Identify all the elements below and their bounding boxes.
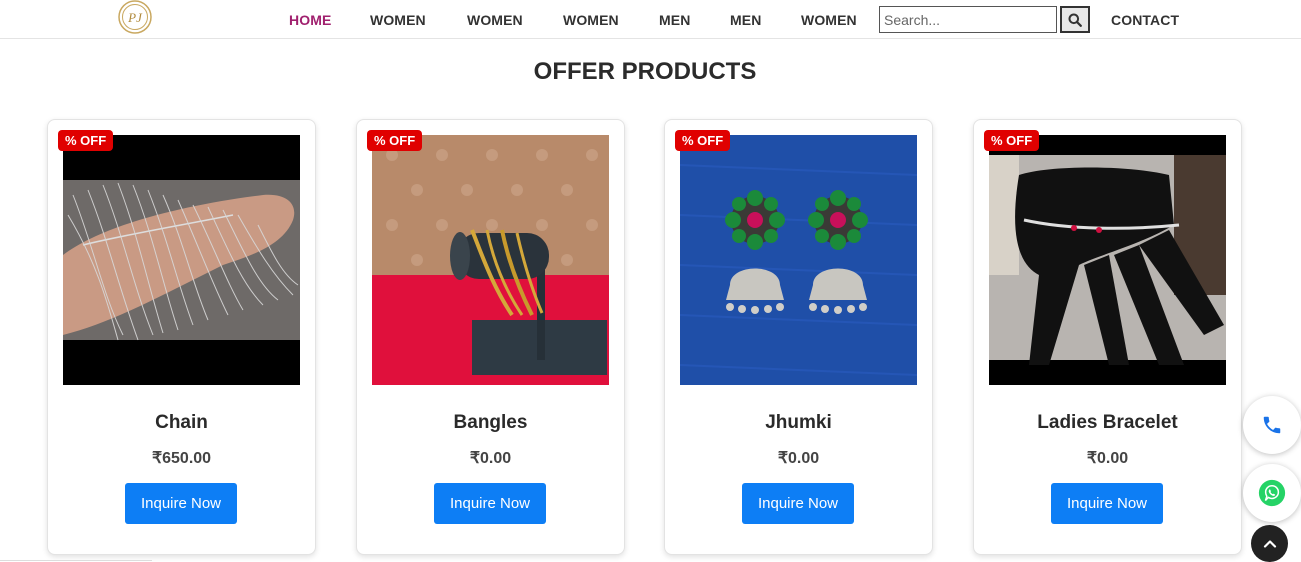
inquire-now-button[interactable]: Inquire Now [125, 483, 237, 524]
nav-women-2[interactable]: WOMEN [467, 12, 523, 28]
discount-badge: % OFF [675, 130, 731, 151]
nav-women-3[interactable]: WOMEN [563, 12, 619, 28]
search-button[interactable] [1060, 6, 1090, 33]
logo-text: PJ [127, 10, 143, 25]
product-card: % OFF Chain ₹650.00 Inquire Now [47, 119, 316, 555]
nav-women-1[interactable]: WOMEN [370, 12, 426, 28]
scroll-top-button[interactable] [1251, 525, 1288, 562]
discount-badge: % OFF [58, 130, 114, 151]
whatsapp-icon [1258, 479, 1286, 507]
inquire-now-button[interactable]: Inquire Now [434, 483, 546, 524]
product-price: ₹0.00 [777, 450, 820, 467]
nav-contact[interactable]: CONTACT [1111, 12, 1179, 28]
nav-men-2[interactable]: MEN [730, 12, 761, 28]
product-card: % OFF Jhumki ₹0.00 Inquire Now [664, 119, 933, 555]
inquire-now-button[interactable]: Inquire Now [1051, 483, 1163, 524]
discount-badge: % OFF [367, 130, 423, 151]
phone-icon [1263, 416, 1281, 434]
nav-men-1[interactable]: MEN [659, 12, 690, 28]
nav-home[interactable]: HOME [289, 12, 331, 28]
divider [0, 560, 152, 561]
site-header: PJ HOME WOMEN WOMEN WOMEN MEN MEN WOMEN … [0, 0, 1301, 39]
product-card: % OFF Ladies Bracelet ₹0.00 Inquire Now [973, 119, 1242, 555]
product-image-jhumki[interactable] [680, 135, 917, 385]
product-card: % OFF Bangles ₹0.00 Inquire Now [356, 119, 625, 555]
section-title: OFFER PRODUCTS [533, 58, 757, 85]
product-price: ₹0.00 [469, 450, 512, 467]
search-icon [1068, 13, 1082, 27]
chevron-up-icon [1263, 539, 1276, 548]
product-name: Ladies Bracelet [1037, 412, 1178, 433]
product-image-chain[interactable] [63, 135, 300, 385]
inquire-now-button[interactable]: Inquire Now [742, 483, 854, 524]
search-input[interactable] [879, 6, 1057, 33]
product-image-bangles[interactable] [372, 135, 609, 385]
whatsapp-button[interactable] [1243, 464, 1301, 522]
product-name: Bangles [453, 412, 528, 433]
product-name: Chain [155, 412, 208, 433]
product-name: Jhumki [765, 412, 832, 433]
product-price: ₹0.00 [1086, 450, 1129, 467]
call-button[interactable] [1243, 396, 1301, 454]
logo[interactable]: PJ [116, 0, 154, 36]
discount-badge: % OFF [984, 130, 1040, 151]
product-price: ₹650.00 [151, 450, 212, 467]
product-image-ladies-bracelet[interactable] [989, 135, 1226, 385]
nav-women-4[interactable]: WOMEN [801, 12, 857, 28]
